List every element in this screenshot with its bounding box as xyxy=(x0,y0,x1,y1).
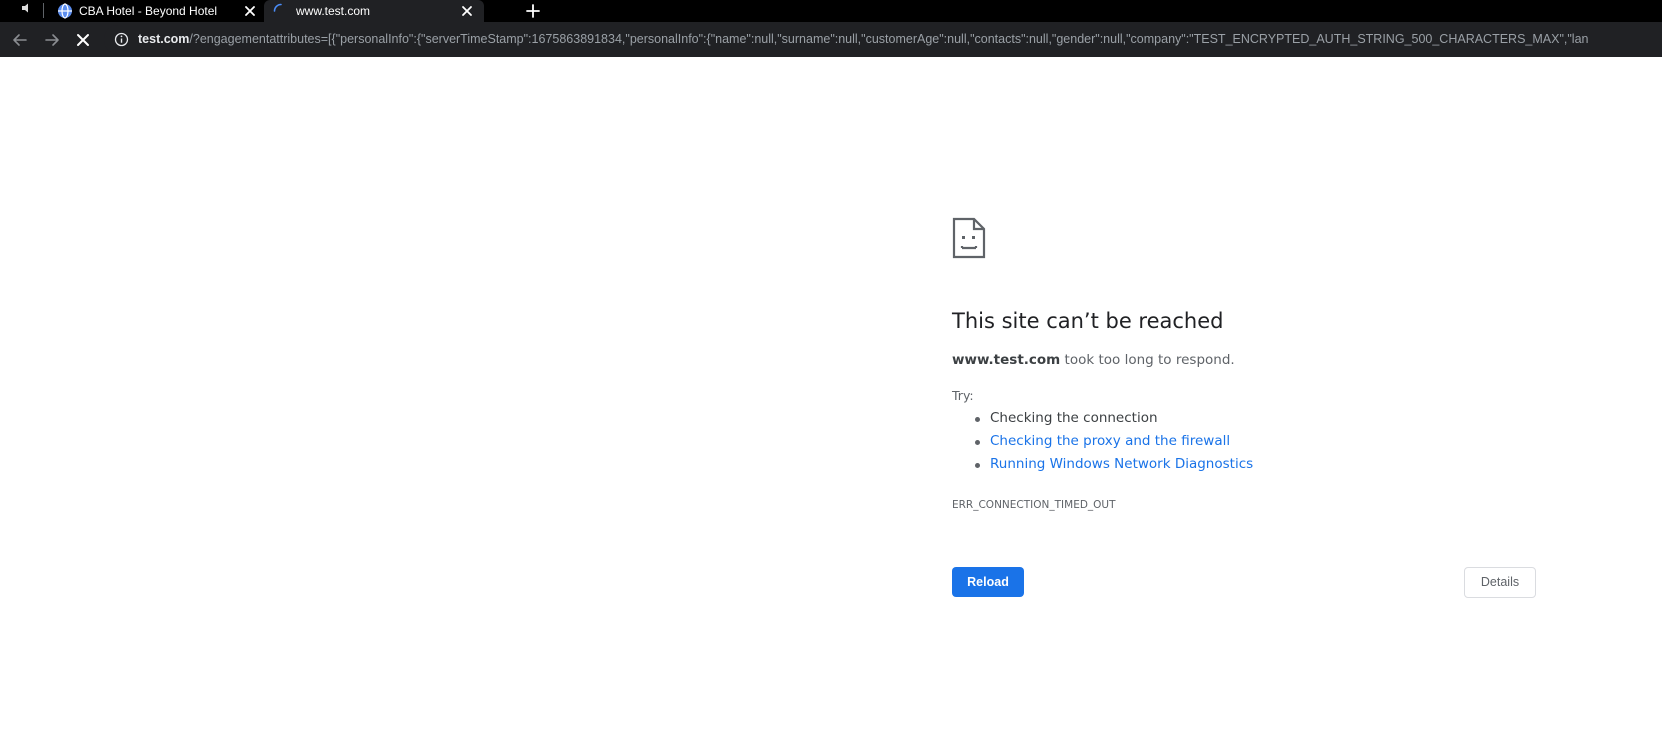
suggestions-list: Checking the connection Checking the pro… xyxy=(952,408,1253,477)
url-path: /?engagementattributes=[{"personalInfo":… xyxy=(189,32,1589,46)
try-label: Try: xyxy=(952,388,974,403)
info-icon[interactable] xyxy=(114,32,129,47)
tab-title: CBA Hotel - Beyond Hotel xyxy=(79,4,218,18)
url-text: test.com/?engagementattributes=[{"person… xyxy=(138,31,1589,48)
close-icon[interactable] xyxy=(459,3,475,19)
back-arrow-icon[interactable] xyxy=(10,30,30,50)
globe-icon xyxy=(57,3,73,19)
tab-test-com[interactable]: www.test.com xyxy=(264,0,484,22)
error-host: www.test.com xyxy=(952,352,1061,368)
plus-icon[interactable] xyxy=(525,3,541,19)
tab-strip: CBA Hotel - Beyond Hotel www.test.com xyxy=(0,0,1662,22)
sad-page-icon xyxy=(952,217,986,259)
error-code: ERR_CONNECTION_TIMED_OUT xyxy=(952,499,1116,511)
page-title: This site can’t be reached xyxy=(952,309,1224,333)
tab-cba-hotel[interactable]: CBA Hotel - Beyond Hotel xyxy=(44,0,264,22)
loading-spinner-icon xyxy=(273,3,289,19)
browser-toolbar: test.com/?engagementattributes=[{"person… xyxy=(0,22,1662,57)
stop-loading-icon[interactable] xyxy=(73,30,93,50)
close-icon[interactable] xyxy=(242,3,258,19)
suggestion-network-diagnostics-link[interactable]: Running Windows Network Diagnostics xyxy=(952,454,1253,477)
error-description: took too long to respond. xyxy=(1060,352,1235,368)
url-host: test.com xyxy=(138,32,190,46)
suggestion-checking-connection: Checking the connection xyxy=(952,408,1253,431)
speaker-icon[interactable] xyxy=(18,2,36,18)
address-bar[interactable]: test.com/?engagementattributes=[{"person… xyxy=(104,25,1662,54)
details-button[interactable]: Details xyxy=(1464,567,1536,598)
reload-button[interactable]: Reload xyxy=(952,567,1024,597)
tab-title: www.test.com xyxy=(296,4,371,18)
forward-arrow-icon[interactable] xyxy=(42,30,62,50)
suggestion-proxy-firewall-link[interactable]: Checking the proxy and the firewall xyxy=(952,431,1253,454)
error-summary: www.test.com took too long to respond. xyxy=(952,350,1235,370)
